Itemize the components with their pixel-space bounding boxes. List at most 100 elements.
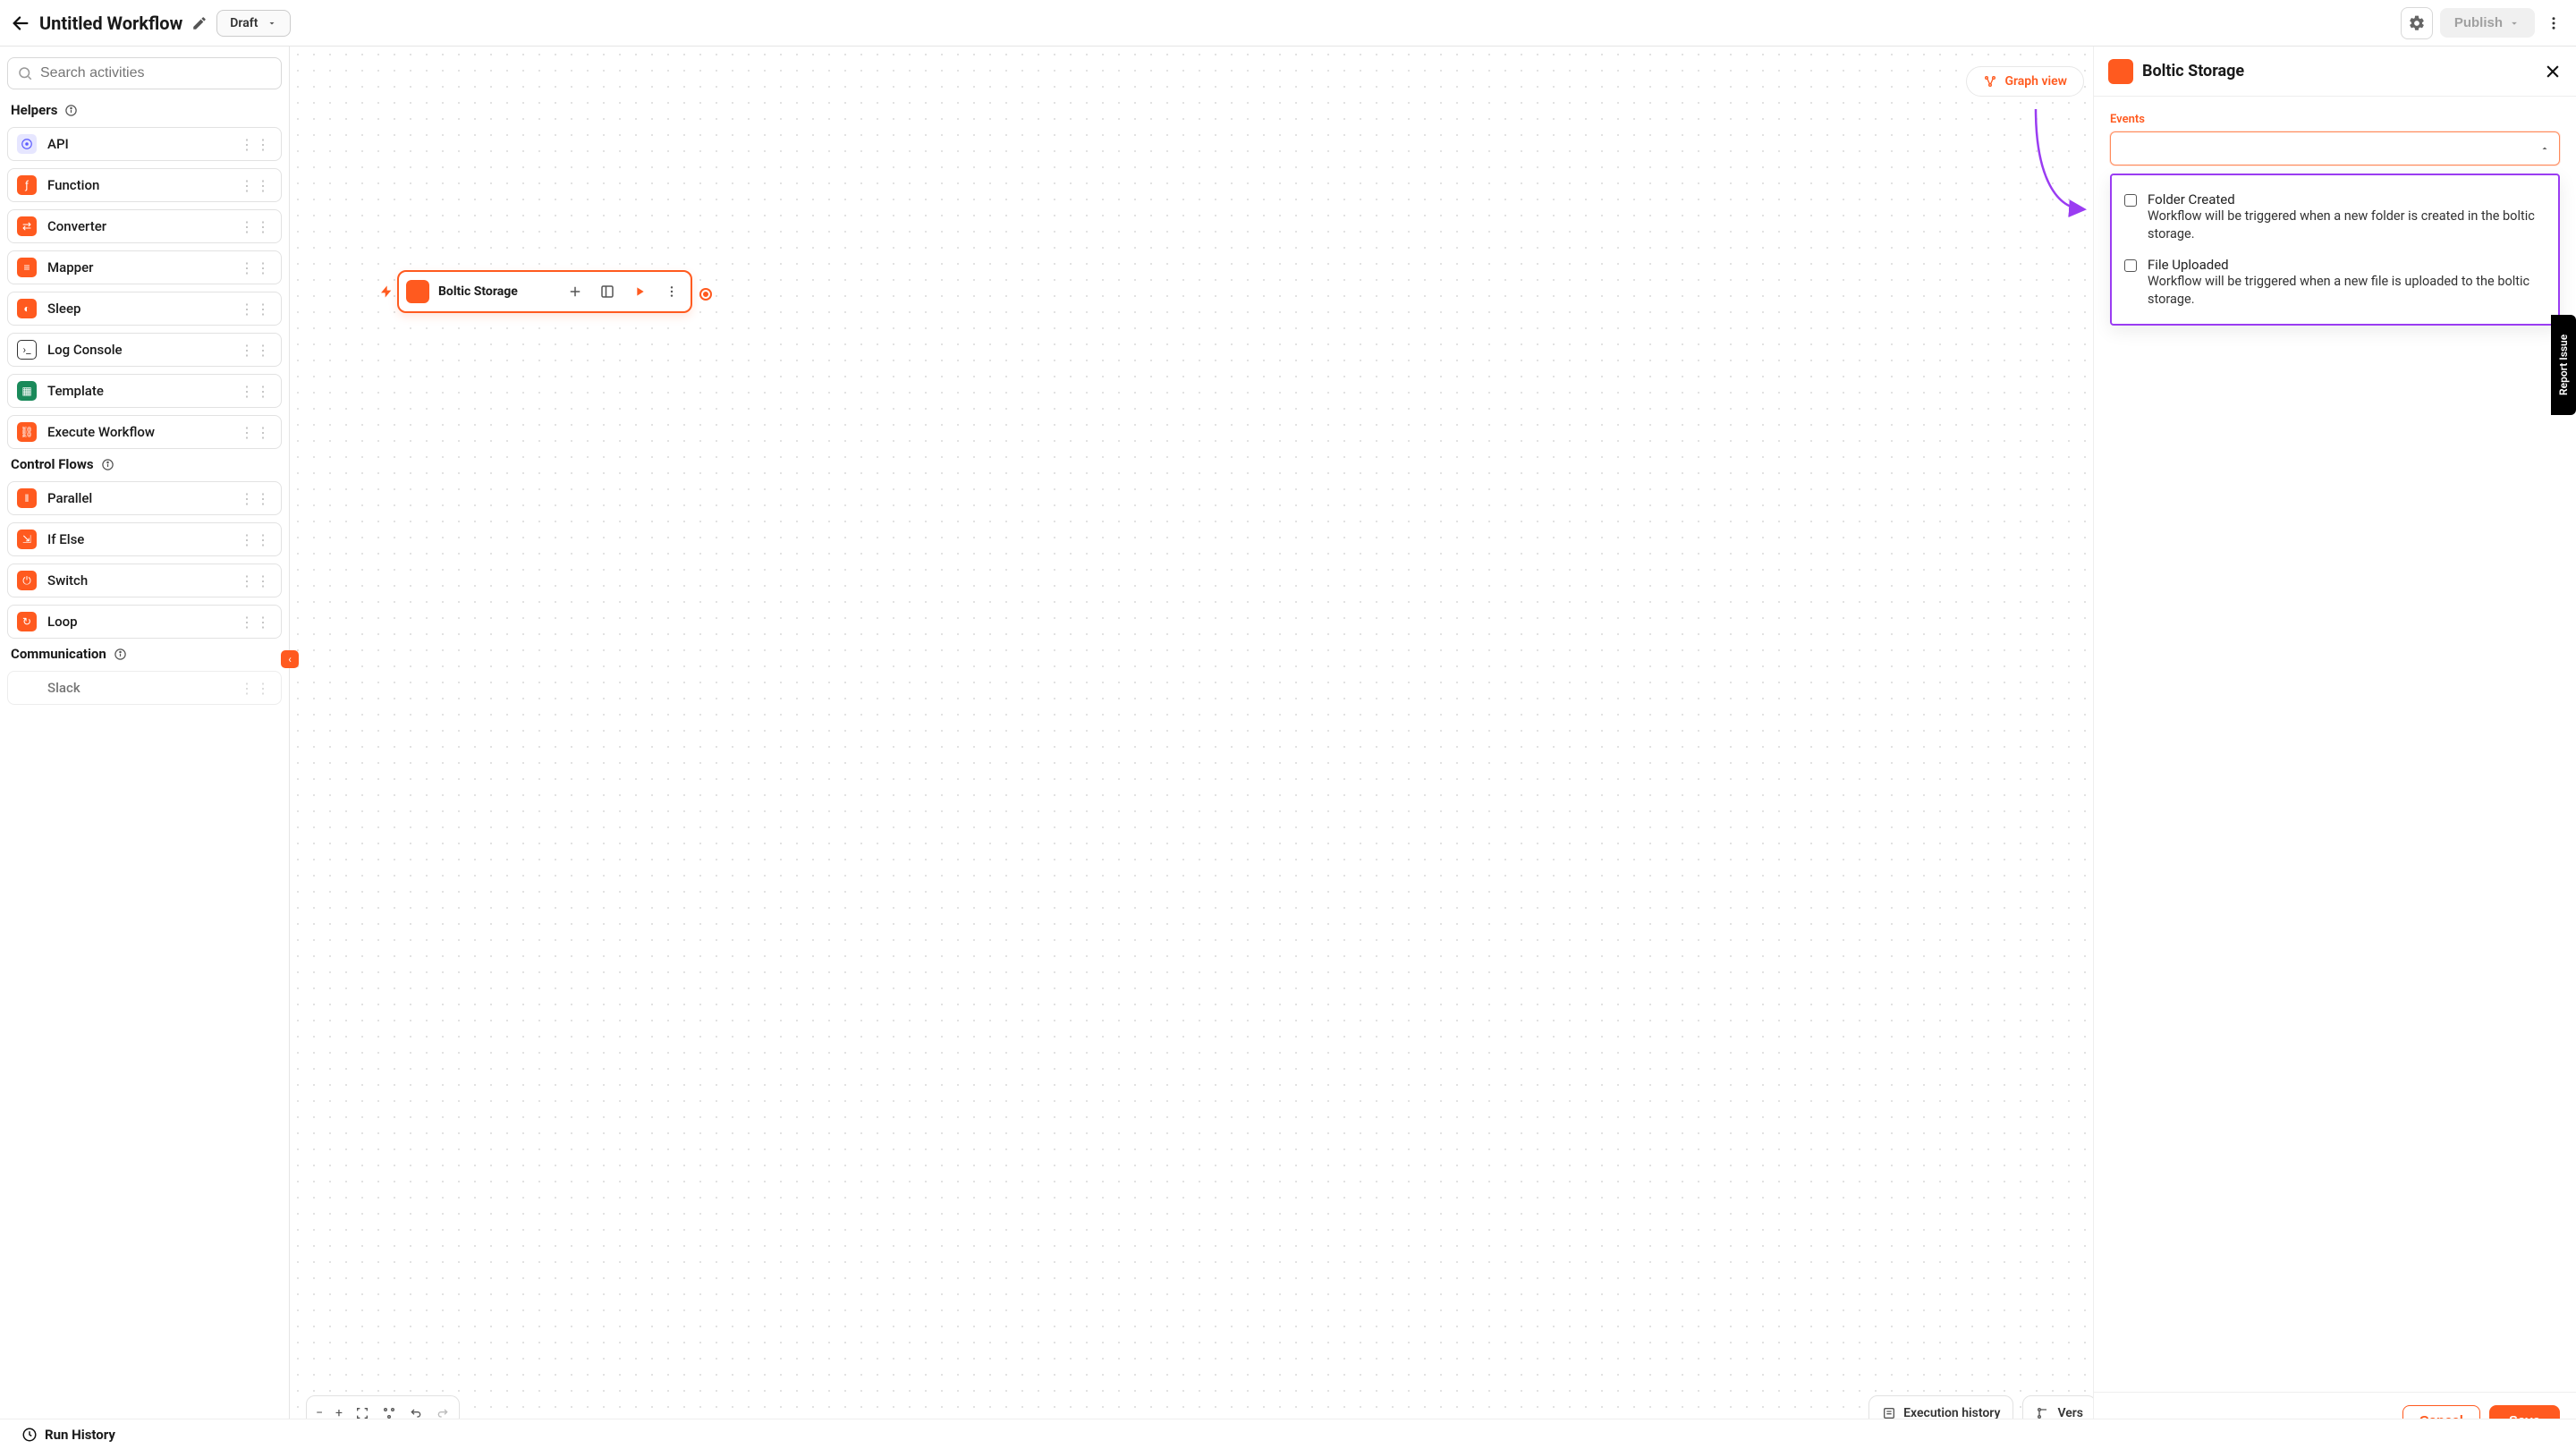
activity-function[interactable]: ƒFunction⋮⋮ (7, 168, 282, 202)
info-icon[interactable] (114, 648, 127, 661)
activity-mapper[interactable]: ≡Mapper⋮⋮ (7, 250, 282, 284)
option-description: Workflow will be triggered when a new fi… (2148, 273, 2546, 308)
loop-icon: ↻ (17, 612, 37, 631)
option-title: Folder Created (2148, 191, 2546, 208)
graph-view-toggle[interactable]: Graph view (1966, 66, 2084, 97)
activity-switch[interactable]: ⏻Switch⋮⋮ (7, 564, 282, 597)
switch-icon: ⏻ (17, 571, 37, 590)
history-icon (21, 1427, 38, 1443)
drag-handle-icon[interactable]: ⋮⋮ (240, 218, 272, 235)
drag-handle-icon[interactable]: ⋮⋮ (240, 259, 272, 276)
node-run-button[interactable] (628, 280, 651, 303)
header-left: Untitled Workflow Draft (11, 10, 2392, 37)
info-icon[interactable] (101, 458, 114, 471)
activity-sleep[interactable]: ◐Sleep⋮⋮ (7, 292, 282, 326)
storage-icon (2108, 59, 2133, 84)
run-history-label: Run History (45, 1427, 115, 1443)
drag-handle-icon[interactable]: ⋮⋮ (240, 614, 272, 631)
storage-icon (406, 280, 429, 303)
drag-handle-icon[interactable]: ⋮⋮ (240, 301, 272, 318)
sidebar-collapse-handle[interactable]: ‹ (281, 650, 299, 668)
search-input[interactable] (40, 65, 272, 81)
panel-title: Boltic Storage (2142, 62, 2535, 80)
mapper-icon: ≡ (17, 258, 37, 277)
option-description: Workflow will be triggered when a new fo… (2148, 208, 2546, 242)
activity-execute-workflow[interactable]: ⛓Execute Workflow⋮⋮ (7, 415, 282, 449)
chevron-up-icon (2539, 143, 2550, 154)
drag-handle-icon[interactable]: ⋮⋮ (240, 572, 272, 589)
search-input-wrapper[interactable] (7, 57, 282, 89)
section-communication-title: Communication (11, 646, 278, 662)
workflow-canvas[interactable]: Graph view ‹ Boltic Storage − + Executio… (290, 47, 2093, 1449)
events-select[interactable] (2110, 131, 2560, 165)
api-icon (17, 134, 37, 154)
drag-handle-icon[interactable]: ⋮⋮ (240, 177, 272, 194)
info-icon[interactable] (64, 104, 78, 117)
node-more-button[interactable] (660, 280, 683, 303)
status-label: Draft (230, 16, 258, 30)
activity-parallel[interactable]: ‖Parallel⋮⋮ (7, 481, 282, 515)
publish-button[interactable]: Publish (2440, 8, 2535, 38)
section-helpers-title: Helpers (11, 102, 278, 118)
template-icon: ▦ (17, 381, 37, 401)
back-icon[interactable] (11, 13, 30, 33)
app-header: Untitled Workflow Draft Publish (0, 0, 2576, 47)
function-icon: ƒ (17, 175, 37, 195)
activity-template[interactable]: ▦Template⋮⋮ (7, 374, 282, 408)
node-add-button[interactable] (564, 280, 587, 303)
drag-handle-icon[interactable]: ⋮⋮ (240, 490, 272, 507)
converter-icon: ⇄ (17, 216, 37, 236)
report-issue-tab[interactable]: Report Issue (2551, 315, 2576, 415)
activity-if-else[interactable]: ⇲If Else⋮⋮ (7, 522, 282, 556)
section-control-flows-title: Control Flows (11, 456, 278, 472)
run-history-bar[interactable]: Run History (0, 1419, 2576, 1449)
drag-handle-icon[interactable]: ⋮⋮ (240, 136, 272, 153)
activity-slack[interactable]: #Slack⋮⋮ (7, 671, 282, 705)
status-dropdown[interactable]: Draft (216, 10, 291, 37)
drag-handle-icon[interactable]: ⋮⋮ (240, 424, 272, 441)
execute-icon: ⛓ (17, 422, 37, 442)
graph-icon (1983, 74, 1997, 89)
drag-handle-icon[interactable]: ⋮⋮ (240, 342, 272, 359)
events-field-label: Events (2110, 113, 2560, 126)
main-area: Helpers API⋮⋮ ƒFunction⋮⋮ ⇄Converter⋮⋮ ≡… (0, 47, 2576, 1449)
node-panel-button[interactable] (596, 280, 619, 303)
checkbox[interactable] (2124, 259, 2137, 272)
publish-label: Publish (2454, 15, 2503, 30)
drag-handle-icon[interactable]: ⋮⋮ (240, 680, 272, 697)
workflow-title[interactable]: Untitled Workflow (39, 13, 182, 34)
node-output-port[interactable] (701, 290, 710, 299)
header-right: Publish (2401, 7, 2565, 39)
settings-button[interactable] (2401, 7, 2433, 39)
sleep-icon: ◐ (17, 299, 37, 318)
parallel-icon: ‖ (17, 488, 37, 508)
activity-loop[interactable]: ↻Loop⋮⋮ (7, 605, 282, 639)
annotation-arrow (2027, 100, 2089, 225)
config-panel: Boltic Storage Events Folder Created Wor… (2093, 47, 2576, 1449)
ifelse-icon: ⇲ (17, 530, 37, 549)
activity-api[interactable]: API⋮⋮ (7, 127, 282, 161)
event-option-folder-created[interactable]: Folder Created Workflow will be triggere… (2121, 184, 2549, 250)
drag-handle-icon[interactable]: ⋮⋮ (240, 383, 272, 400)
slack-icon: # (17, 678, 37, 698)
chevron-down-icon (2508, 17, 2521, 30)
log-icon: ›_ (17, 340, 37, 360)
activities-sidebar: Helpers API⋮⋮ ƒFunction⋮⋮ ⇄Converter⋮⋮ ≡… (0, 47, 290, 1449)
search-icon (17, 65, 33, 81)
event-option-file-uploaded[interactable]: File Uploaded Workflow will be triggered… (2121, 250, 2549, 315)
chevron-down-icon (267, 18, 277, 29)
panel-header: Boltic Storage (2094, 47, 2576, 97)
trigger-icon (379, 284, 394, 299)
edit-icon[interactable] (191, 15, 208, 31)
gear-icon (2408, 14, 2426, 32)
events-dropdown: Folder Created Workflow will be triggere… (2110, 174, 2560, 326)
more-icon[interactable] (2542, 15, 2565, 31)
activity-converter[interactable]: ⇄Converter⋮⋮ (7, 209, 282, 243)
drag-handle-icon[interactable]: ⋮⋮ (240, 531, 272, 548)
option-title: File Uploaded (2148, 257, 2546, 273)
node-boltic-storage[interactable]: Boltic Storage (397, 270, 692, 313)
activity-log-console[interactable]: ›_Log Console⋮⋮ (7, 333, 282, 367)
node-label: Boltic Storage (438, 284, 555, 299)
checkbox[interactable] (2124, 194, 2137, 207)
close-icon[interactable] (2544, 63, 2562, 80)
